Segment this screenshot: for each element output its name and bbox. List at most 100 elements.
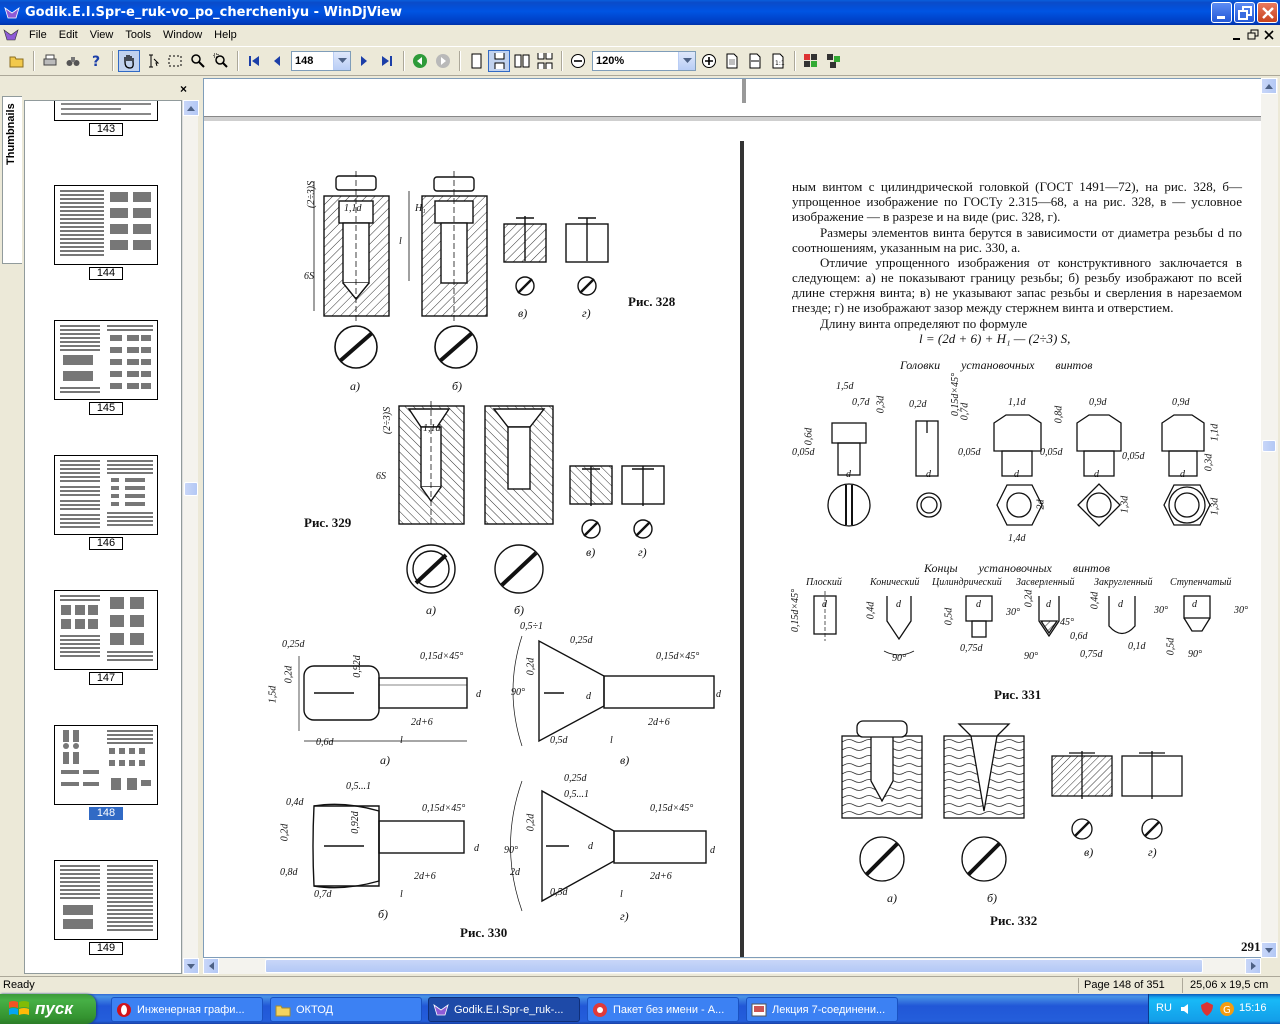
help-button[interactable]: ? [85,50,107,72]
dim-label: 0,5÷1 [520,621,543,632]
scroll-right-icon[interactable] [1245,958,1261,974]
language-indicator[interactable]: RU [1156,1002,1172,1014]
document-icon[interactable] [3,27,19,43]
folder-open-icon [9,56,24,68]
restore-button[interactable] [1234,2,1255,23]
chevron-down-icon[interactable] [678,52,695,70]
menu-window[interactable]: Window [157,25,208,45]
scroll-thumb[interactable] [1262,440,1276,452]
continuous-icon [494,53,505,69]
taskbar-item-opera[interactable]: Инженерная графи... [111,997,263,1022]
thumbnail-149[interactable]: 149 [54,860,158,955]
taskbar-item-paint[interactable]: Пакет без имени - А... [587,997,739,1022]
restore-icon [1238,6,1252,20]
zoom-combo[interactable]: 120% [592,51,696,71]
fit-page-button[interactable] [721,50,743,72]
select-rect-button[interactable] [164,50,186,72]
select-text-button[interactable] [141,50,163,72]
title-bar[interactable]: Godik.E.I.Spr-e_ruk-vo_po_chercheniyu - … [0,0,1280,25]
mdi-close-icon[interactable] [1262,28,1276,42]
thumbnails-scrollbar[interactable] [182,100,199,974]
page-thumbnail-image [54,860,158,940]
volume-icon[interactable] [1179,1001,1195,1017]
scroll-left-icon[interactable] [203,958,219,974]
continuous-button[interactable] [488,50,510,72]
taskbar-item-folder[interactable]: ОКТОД [270,997,422,1022]
dim-label: d [474,843,479,854]
dim-label: 0,15d×45° [790,588,802,633]
thumbnail-146[interactable]: 146 [54,455,158,550]
single-page-icon [471,53,482,69]
thumbnail-list[interactable]: 143 144 145 146 147 148 149 [24,100,182,974]
fig-label: в) [1084,845,1094,859]
zoom-button[interactable] [187,50,209,72]
scroll-up-icon[interactable] [1261,78,1277,94]
back-button[interactable] [409,50,431,72]
mdi-restore-icon[interactable] [1246,28,1260,42]
minimize-button[interactable] [1211,2,1232,23]
dim-label: d [896,599,901,610]
menu-file[interactable]: File [23,25,53,45]
zoom-in-button[interactable] [698,50,720,72]
scroll-thumb[interactable] [184,482,198,496]
thumbnail-147[interactable]: 147 [54,590,158,685]
scroll-up-icon[interactable] [183,100,199,116]
layers-button[interactable] [823,50,845,72]
menu-tools[interactable]: Tools [119,25,157,45]
page-number-value[interactable]: 148 [292,55,333,67]
open-button[interactable] [6,50,28,72]
thumbnail-144[interactable]: 144 [54,185,158,280]
menu-view[interactable]: View [84,25,120,45]
update-icon[interactable]: G [1219,1001,1235,1017]
thumbnail-148[interactable]: 148 [54,725,158,820]
taskbar-item-powerpoint[interactable]: Лекция 7-соединени... [746,997,898,1022]
close-pane-icon[interactable]: × [180,82,187,96]
actual-size-button[interactable]: 1:1 [767,50,789,72]
menu-help[interactable]: Help [208,25,243,45]
facing-button[interactable] [511,50,533,72]
system-tray: RU G 15:16 [1148,994,1280,1024]
find-button[interactable] [62,50,84,72]
fig-label: в) [518,306,528,320]
taskbar-item-windjview[interactable]: Godik.E.I.Spr-e_ruk-... [428,997,580,1022]
prev-page-button[interactable] [266,50,288,72]
marquee-icon [168,55,182,67]
opera-icon [117,1002,131,1017]
zoom-out-button[interactable] [567,50,589,72]
fig-label: б) [514,603,525,617]
document-vertical-scrollbar[interactable] [1261,78,1278,958]
thumbnail-145[interactable]: 145 [54,320,158,415]
document-horizontal-scrollbar[interactable] [203,958,1261,974]
start-label: пуск [35,999,73,1018]
thumbnail-label: 143 [89,123,123,136]
zoom-rect-button[interactable] [210,50,232,72]
dim-label: d [926,469,931,480]
hand-tool-button[interactable] [118,50,140,72]
tab-thumbnails[interactable]: Thumbnails [2,96,22,264]
thumbnail-143[interactable]: 143 [54,101,158,136]
zoom-value[interactable]: 120% [593,55,678,67]
menu-edit[interactable]: Edit [53,25,84,45]
chevron-down-icon[interactable] [333,52,350,70]
shield-icon[interactable] [1199,1001,1215,1017]
window-title: Godik.E.I.Spr-e_ruk-vo_po_chercheniyu - … [25,5,402,20]
mdi-minimize-icon[interactable] [1230,28,1244,42]
start-button[interactable]: пуск [0,994,96,1024]
first-page-button[interactable] [243,50,265,72]
print-button[interactable] [39,50,61,72]
last-page-button[interactable] [376,50,398,72]
forward-button[interactable] [432,50,454,72]
scroll-thumb[interactable] [265,959,1203,973]
fig-label: б) [987,891,998,905]
scroll-down-icon[interactable] [1261,942,1277,958]
close-button[interactable] [1257,2,1278,23]
document-view[interactable]: (2÷3)S 1,1d 6S l H₁ а) б) в) г) Рис. 328… [203,78,1278,958]
fig-label: а) [426,603,436,617]
scroll-down-icon[interactable] [183,958,199,974]
fit-width-button[interactable] [744,50,766,72]
page-number-combo[interactable]: 148 [291,51,351,71]
next-page-button[interactable] [353,50,375,72]
continuous-facing-button[interactable] [534,50,556,72]
single-page-button[interactable] [465,50,487,72]
display-mode-button[interactable] [800,50,822,72]
